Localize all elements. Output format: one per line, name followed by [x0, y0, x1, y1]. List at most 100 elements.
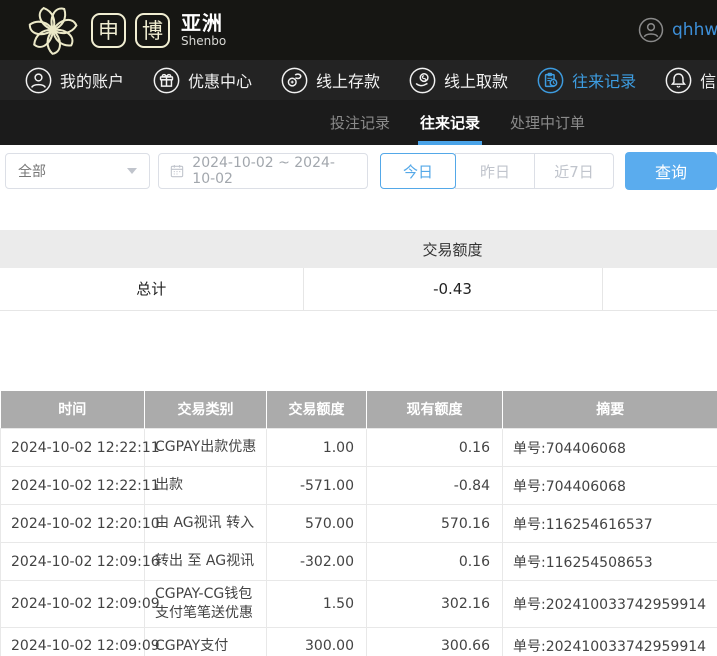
nav-item-label: 往来记录: [572, 68, 636, 92]
tab-bar: 投注记录 往来记录 处理中订单: [0, 100, 717, 145]
cell-time: 2024-10-02 12:09:16: [1, 543, 145, 581]
cell-type: 由 AG视讯 转入: [145, 505, 267, 543]
nav-item-messages[interactable]: 信息: [665, 67, 717, 94]
cell-balance: 0.16: [367, 543, 503, 581]
account-icon: [25, 67, 52, 94]
records-header-row: 时间 交易类别 交易额度 现有额度 摘要: [1, 391, 717, 429]
nav-item-deposit[interactable]: 线上存款: [281, 67, 380, 94]
summary-header-empty: [602, 230, 717, 268]
nav-item-promotions[interactable]: 优惠中心: [153, 67, 252, 94]
summary-total-extra: [602, 268, 717, 310]
summary-header-amount: 交易额度: [303, 230, 602, 268]
cell-balance: -0.84: [367, 467, 503, 505]
chevron-down-icon: [127, 168, 137, 174]
category-select[interactable]: 全部: [5, 153, 150, 189]
tab-label: 处理中订单: [510, 112, 585, 133]
col-header-balance: 现有额度: [367, 391, 503, 429]
query-button[interactable]: 查询: [625, 152, 717, 190]
nav-item-transaction-records[interactable]: 往来记录: [537, 67, 636, 94]
nav-item-label: 信息: [700, 68, 717, 92]
tab-pending-orders[interactable]: 处理中订单: [510, 100, 585, 145]
summary-total-label: 总计: [0, 268, 303, 310]
tab-label: 投注记录: [330, 112, 390, 133]
cell-balance: 0.16: [367, 429, 503, 467]
calendar-icon: [169, 163, 185, 179]
quick-today-button[interactable]: 今日: [380, 153, 456, 189]
top-header: 申 博 亚洲 Shenbo qhhw2: [0, 0, 717, 60]
cell-memo: 单号:116254508653: [503, 543, 717, 581]
brand-logo[interactable]: 申 博 亚洲 Shenbo: [24, 3, 226, 57]
bell-icon: [665, 67, 692, 94]
summary-total-row: 总计 -0.43: [0, 268, 717, 310]
table-row: 2024-10-02 12:09:09 CGPAY-CG钱包支付笔笔送优惠 1.…: [1, 581, 717, 628]
col-header-amount: 交易额度: [267, 391, 367, 429]
main-nav: 我的账户 优惠中心 线上存款 线上取款: [0, 60, 717, 100]
summary-table: 交易额度 总计 -0.43: [0, 230, 717, 311]
summary-header-empty: [0, 230, 303, 268]
username-text[interactable]: qhhw2: [672, 20, 717, 40]
cell-type: 出款: [145, 467, 267, 505]
date-range-value: 2024-10-02 ~ 2024-10-02: [192, 155, 357, 187]
cell-type: CGPAY-CG钱包支付笔笔送优惠: [145, 581, 267, 628]
cell-memo: 单号:704406068: [503, 467, 717, 505]
tab-label: 往来记录: [420, 112, 480, 133]
nav-item-withdraw[interactable]: 线上取款: [409, 67, 508, 94]
cell-time: 2024-10-02 12:22:11: [1, 429, 145, 467]
table-row: 2024-10-02 12:20:10 由 AG视讯 转入 570.00 570…: [1, 505, 717, 543]
brand-box-shen: 申: [91, 13, 126, 48]
cell-balance: 302.16: [367, 581, 503, 628]
avatar-icon: [638, 17, 664, 43]
cell-memo: 单号:116254616537: [503, 505, 717, 543]
nav-item-my-account[interactable]: 我的账户: [25, 67, 124, 94]
cell-memo: 单号:704406068: [503, 429, 717, 467]
col-header-type: 交易类别: [145, 391, 267, 429]
table-row: 2024-10-02 12:22:11 CGPAY出款优惠 1.00 0.16 …: [1, 429, 717, 467]
cell-balance: 300.66: [367, 627, 503, 656]
cell-type: CGPAY出款优惠: [145, 429, 267, 467]
cell-amount: -571.00: [267, 467, 367, 505]
flower-logo-icon: [24, 3, 82, 57]
nav-item-label: 线上取款: [444, 68, 508, 92]
summary-total-value: -0.43: [303, 268, 602, 310]
withdraw-icon: [409, 67, 436, 94]
nav-item-label: 我的账户: [60, 68, 124, 92]
col-header-memo: 摘要: [503, 391, 717, 429]
tab-betting-records[interactable]: 投注记录: [330, 100, 390, 145]
cell-amount: 1.00: [267, 429, 367, 467]
category-selected-value: 全部: [18, 161, 46, 181]
cell-balance: 570.16: [367, 505, 503, 543]
records-table: 时间 交易类别 交易额度 现有额度 摘要 2024-10-02 12:22:11…: [0, 391, 717, 656]
cell-memo: 单号:202410033742959914: [503, 627, 717, 656]
cell-time: 2024-10-02 12:20:10: [1, 505, 145, 543]
user-area[interactable]: qhhw2: [638, 0, 717, 60]
promo-icon: [153, 67, 180, 94]
brand-region-text: 亚洲: [181, 13, 226, 33]
nav-item-label: 优惠中心: [188, 68, 252, 92]
table-row: 2024-10-02 12:09:16 转出 至 AG视讯 -302.00 0.…: [1, 543, 717, 581]
cell-amount: -302.00: [267, 543, 367, 581]
brand-wordmark: 亚洲 Shenbo: [181, 13, 226, 47]
quick-last7days-button[interactable]: 近7日: [534, 153, 614, 189]
filter-row: 全部 2024-10-02 ~ 2024-10-02 今日 昨日 近7日 查询: [0, 145, 717, 197]
cell-time: 2024-10-02 12:22:11: [1, 467, 145, 505]
date-range-picker[interactable]: 2024-10-02 ~ 2024-10-02: [158, 153, 368, 189]
cell-type: CGPAY支付: [145, 627, 267, 656]
table-row: 2024-10-02 12:09:09 CGPAY支付 300.00 300.6…: [1, 627, 717, 656]
cell-memo: 单号:202410033742959914: [503, 581, 717, 628]
summary-header-row: 交易额度: [0, 230, 717, 268]
records-icon: [537, 67, 564, 94]
brand-box-bo: 博: [135, 13, 170, 48]
nav-item-label: 线上存款: [316, 68, 380, 92]
tab-transaction-records[interactable]: 往来记录: [420, 100, 480, 145]
cell-amount: 1.50: [267, 581, 367, 628]
quick-date-group: 今日 昨日 近7日: [380, 153, 614, 189]
brand-subtitle-text: Shenbo: [181, 35, 226, 47]
cell-time: 2024-10-02 12:09:09: [1, 581, 145, 628]
cell-type: 转出 至 AG视讯: [145, 543, 267, 581]
cell-amount: 300.00: [267, 627, 367, 656]
cell-amount: 570.00: [267, 505, 367, 543]
col-header-time: 时间: [1, 391, 145, 429]
quick-yesterday-button[interactable]: 昨日: [455, 153, 535, 189]
table-row: 2024-10-02 12:22:11 出款 -571.00 -0.84 单号:…: [1, 467, 717, 505]
cell-time: 2024-10-02 12:09:09: [1, 627, 145, 656]
